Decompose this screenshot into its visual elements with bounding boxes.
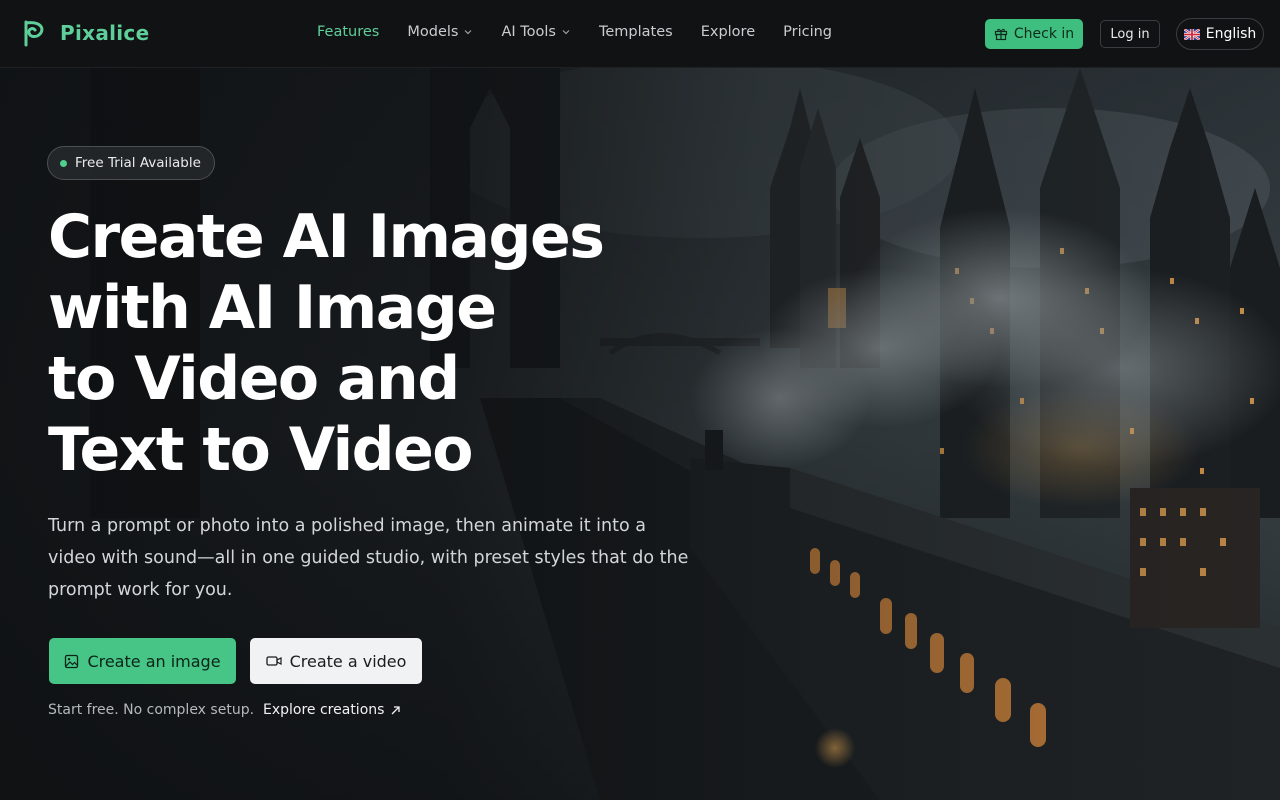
explore-creations-label: Explore creations: [263, 702, 385, 718]
headline-line: Create AI Images: [48, 202, 605, 272]
brand-name: Pixalice: [60, 21, 150, 45]
login-label: Log in: [1110, 26, 1150, 42]
hero-headline: Create AI Images with AI Image to Video …: [48, 202, 708, 486]
arrow-up-right-icon: [391, 705, 401, 714]
create-image-label: Create an image: [87, 651, 221, 671]
create-video-label: Create a video: [289, 651, 407, 671]
uk-flag-icon: [1183, 28, 1200, 40]
create-video-button[interactable]: Create a video: [250, 638, 422, 684]
headline-line: Text to Video: [48, 415, 474, 485]
image-icon: [65, 654, 79, 668]
nav-item-explore[interactable]: Explore: [701, 24, 755, 40]
main-nav: Features Models AI Tools Templates Explo…: [317, 24, 832, 40]
nav-item-label: Pricing: [783, 24, 832, 40]
nav-item-features[interactable]: Features: [317, 24, 379, 40]
check-in-label: Check in: [1013, 26, 1075, 42]
nav-item-label: Explore: [700, 24, 756, 40]
chevron-down-icon: [465, 30, 472, 35]
nav-item-label: Templates: [598, 24, 673, 40]
free-trial-badge: Free Trial Available: [47, 146, 215, 180]
login-button[interactable]: Log in: [1100, 20, 1160, 48]
video-camera-icon: [265, 656, 282, 666]
headline-line: with AI Image: [48, 273, 497, 343]
status-dot-icon: [60, 159, 67, 167]
nav-item-pricing[interactable]: Pricing: [783, 24, 832, 40]
nav-item-label: AI Tools: [501, 24, 556, 40]
brand[interactable]: Pixalice: [20, 18, 149, 48]
hero-subtext: Turn a prompt or photo into a polished i…: [48, 516, 689, 600]
headline-line: to Video and: [48, 344, 460, 414]
language-selector[interactable]: English: [1176, 18, 1264, 50]
nav-item-label: Models: [407, 24, 459, 40]
explore-creations-link[interactable]: Explore creations: [263, 702, 401, 718]
create-image-button[interactable]: Create an image: [49, 638, 236, 684]
gift-icon: [994, 28, 1007, 41]
check-in-button[interactable]: Check in: [985, 19, 1083, 49]
chevron-down-icon: [562, 30, 570, 35]
nav-item-ai-tools[interactable]: AI Tools: [501, 24, 571, 40]
free-trial-label: Free Trial Available: [75, 155, 201, 171]
nav-item-label: Features: [317, 24, 380, 40]
pixalice-logo-icon: [24, 20, 44, 47]
nav-item-templates[interactable]: Templates: [599, 24, 673, 40]
language-label: English: [1205, 26, 1257, 42]
site-header: Pixalice Features Models AI Tools Templa…: [0, 0, 1280, 68]
nav-item-models[interactable]: Models: [407, 24, 473, 40]
start-free-note: Start free. No complex setup.: [48, 702, 255, 718]
